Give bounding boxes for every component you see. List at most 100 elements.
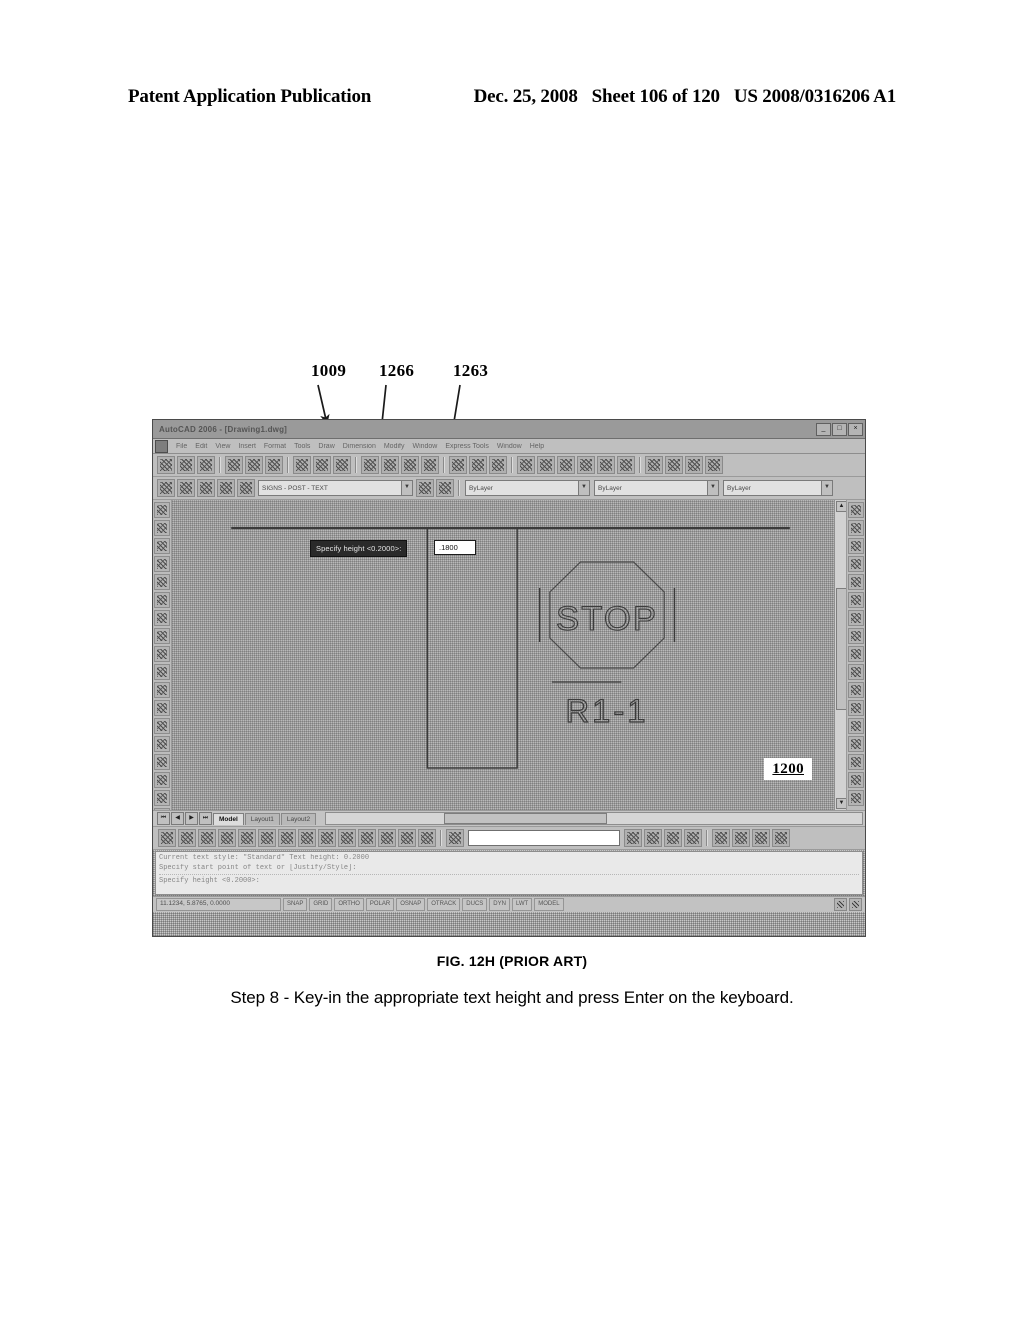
menu-item-express-tools[interactable]: Express Tools [441, 443, 492, 450]
dimlinear-icon[interactable] [158, 829, 176, 847]
dimordinate-icon[interactable] [198, 829, 216, 847]
lineweight-dropdown[interactable]: ByLayer ▼ [723, 480, 833, 496]
properties-icon[interactable] [517, 456, 535, 474]
dimedit-icon[interactable] [398, 829, 416, 847]
dimstyle-icon[interactable] [446, 829, 464, 847]
dimangular-icon[interactable] [278, 829, 296, 847]
edit-text-icon[interactable] [664, 829, 682, 847]
menu-item-insert[interactable]: Insert [234, 443, 260, 450]
rectangle-icon[interactable] [154, 574, 170, 590]
quick-leader-icon[interactable] [338, 829, 356, 847]
manage-xrefs-icon[interactable] [849, 898, 862, 911]
status-toggle-grid[interactable]: GRID [309, 898, 333, 911]
menu-item-window-2[interactable]: Window [493, 443, 526, 450]
close-button[interactable]: × [848, 422, 863, 436]
copy-icon[interactable] [848, 520, 864, 536]
array-icon[interactable] [848, 574, 864, 590]
status-toggle-ducs[interactable]: DUCS [462, 898, 488, 911]
layer-previous-icon[interactable] [416, 479, 434, 497]
chevron-down-icon[interactable]: ▼ [401, 481, 412, 495]
dimcontinue-icon[interactable] [318, 829, 336, 847]
menu-item-tools[interactable]: Tools [290, 443, 314, 450]
menu-item-format[interactable]: Format [260, 443, 290, 450]
layer-states-icon[interactable] [157, 479, 175, 497]
undo-icon[interactable] [381, 456, 399, 474]
move-icon[interactable] [848, 592, 864, 608]
tab-last-icon[interactable]: ⏭ [199, 812, 212, 825]
multiline-text-icon[interactable] [644, 829, 662, 847]
join-icon[interactable] [848, 736, 864, 752]
maximize-button[interactable]: □ [832, 422, 847, 436]
markup-set-icon[interactable] [597, 456, 615, 474]
sheet-set-manager-icon[interactable] [577, 456, 595, 474]
chevron-down-icon[interactable]: ▼ [821, 481, 832, 495]
pan-realtime-icon[interactable] [421, 456, 439, 474]
tolerance-icon[interactable] [358, 829, 376, 847]
multiline-text-icon[interactable] [685, 456, 703, 474]
cut-icon[interactable] [293, 456, 311, 474]
construction-line-icon[interactable] [154, 520, 170, 536]
chevron-down-icon[interactable]: ▼ [707, 481, 718, 495]
layer-color-icon[interactable] [237, 479, 255, 497]
save-icon[interactable] [197, 456, 215, 474]
trim-icon[interactable] [848, 664, 864, 680]
mirror-icon[interactable] [848, 538, 864, 554]
status-toggle-polar[interactable]: POLAR [365, 898, 395, 911]
scrollbar-thumb[interactable] [836, 588, 846, 710]
tab-model[interactable]: Model [213, 812, 244, 825]
spell-check-icon[interactable] [772, 829, 790, 847]
polyline-icon[interactable] [154, 538, 170, 554]
canvas-vertical-scrollbar[interactable]: ▲ ▼ [834, 500, 846, 810]
zoom-previous-icon[interactable] [489, 456, 507, 474]
minimize-button[interactable]: _ [816, 422, 831, 436]
menu-item-file[interactable]: File [172, 443, 191, 450]
coordinate-display[interactable]: 11.1234, 5.8765, 0.0000 [156, 898, 281, 911]
match-properties-icon[interactable] [361, 456, 379, 474]
status-toggle-lwt[interactable]: LWT [511, 898, 533, 911]
arc-icon[interactable] [154, 592, 170, 608]
dimension-style-icon[interactable] [665, 456, 683, 474]
status-toggle-ortho[interactable]: ORTHO [334, 898, 364, 911]
gradient-icon[interactable] [154, 772, 170, 788]
spline-icon[interactable] [154, 646, 170, 662]
tab-previous-icon[interactable]: ◀ [171, 812, 184, 825]
circle-icon[interactable] [154, 610, 170, 626]
ellipse-icon[interactable] [154, 664, 170, 680]
chamfer-icon[interactable] [848, 754, 864, 770]
communication-center-icon[interactable] [834, 898, 847, 911]
menu-item-dimension[interactable]: Dimension [339, 443, 380, 450]
design-center-icon[interactable] [537, 456, 555, 474]
plot-preview-icon[interactable] [245, 456, 263, 474]
chevron-down-icon[interactable]: ▼ [578, 481, 589, 495]
tab-layout2[interactable]: Layout2 [280, 812, 317, 825]
scale-text-icon[interactable] [712, 829, 730, 847]
tool-palettes-icon[interactable] [557, 456, 575, 474]
find-replace-icon[interactable] [684, 829, 702, 847]
polygon-icon[interactable] [154, 556, 170, 572]
block-icon[interactable] [705, 456, 723, 474]
region-icon[interactable] [154, 790, 170, 806]
scroll-down-icon[interactable]: ▼ [836, 798, 846, 809]
dimension-style-field[interactable] [468, 830, 620, 846]
scroll-up-icon[interactable]: ▲ [836, 501, 846, 512]
dimbaseline-icon[interactable] [298, 829, 316, 847]
line-icon[interactable] [154, 502, 170, 518]
point-icon[interactable] [154, 736, 170, 752]
layer-on-icon[interactable] [177, 479, 195, 497]
menu-item-view[interactable]: View [211, 443, 234, 450]
justify-text-icon[interactable] [732, 829, 750, 847]
tab-next-icon[interactable]: ▶ [185, 812, 198, 825]
menu-item-window[interactable]: Window [408, 443, 441, 450]
revision-cloud-icon[interactable] [154, 628, 170, 644]
menu-item-draw[interactable]: Draw [314, 443, 338, 450]
menu-item-modify[interactable]: Modify [380, 443, 409, 450]
hatch-icon[interactable] [154, 754, 170, 770]
layer-lock-icon[interactable] [217, 479, 235, 497]
stretch-icon[interactable] [848, 646, 864, 662]
ellipse-arc-icon[interactable] [154, 682, 170, 698]
zoom-realtime-icon[interactable] [449, 456, 467, 474]
text-style-icon[interactable] [624, 829, 642, 847]
paste-icon[interactable] [333, 456, 351, 474]
copy-icon[interactable] [313, 456, 331, 474]
scale-icon[interactable] [848, 628, 864, 644]
